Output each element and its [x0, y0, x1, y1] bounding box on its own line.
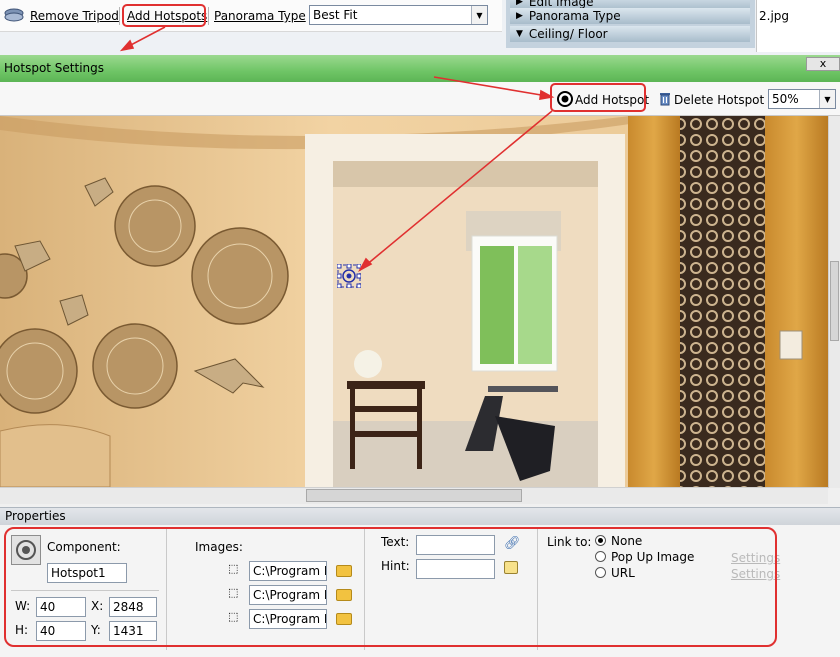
properties-highlight: [4, 527, 777, 647]
properties-title: Properties: [5, 509, 66, 523]
properties-header: Properties: [0, 507, 840, 525]
